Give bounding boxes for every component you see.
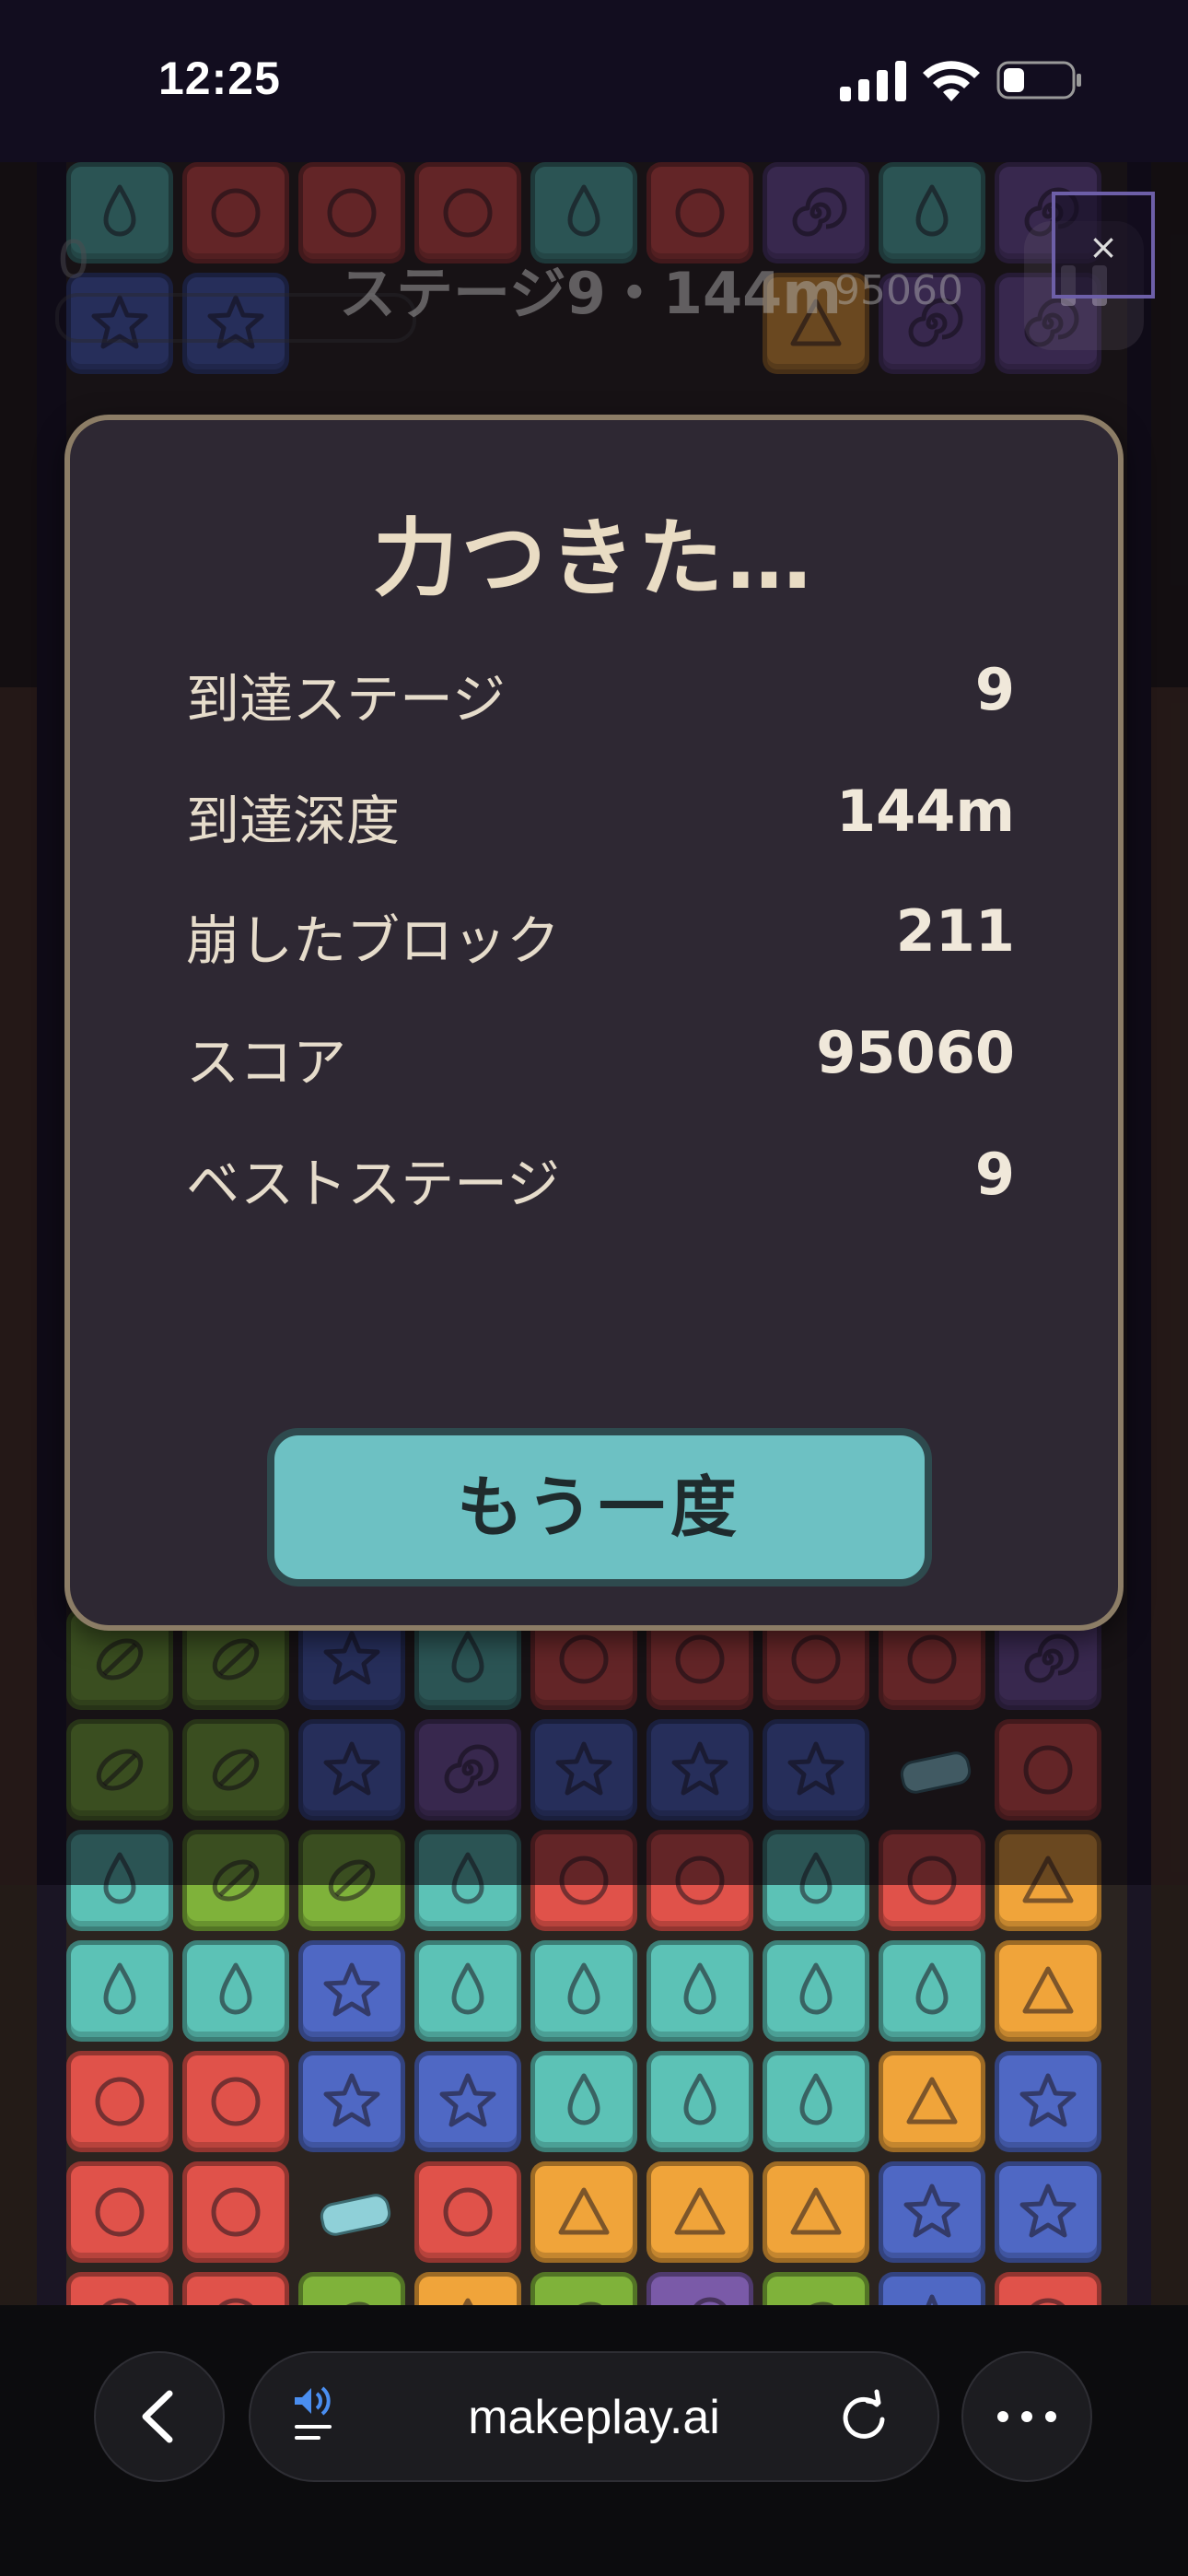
retry-button[interactable]: もう一度 — [267, 1428, 932, 1587]
block-tile-teal[interactable] — [763, 2051, 869, 2152]
stat-label: 到達ステージ — [186, 668, 506, 731]
block-tile-green[interactable] — [763, 2272, 869, 2305]
block-tile-blue[interactable] — [995, 2051, 1101, 2152]
block-tile-orange[interactable] — [763, 2161, 869, 2263]
block-tile-teal[interactable] — [646, 2051, 753, 2152]
more-dots-icon — [997, 2411, 1056, 2422]
hud-stage-depth: ステージ9・144m — [339, 260, 842, 327]
stat-row-score: スコア 95060 — [186, 1019, 1015, 1094]
wifi-icon — [923, 61, 980, 101]
block-tile-blue[interactable] — [298, 2051, 405, 2152]
game-over-dialog: 力つきた… 到達ステージ 9 到達深度 144m 崩したブロック 211 スコア… — [64, 415, 1124, 1631]
stat-row-best-stage: ベストステージ 9 — [186, 1141, 1015, 1215]
block-tile-teal[interactable] — [879, 1940, 985, 2042]
block-tile-blue[interactable] — [414, 2051, 521, 2152]
status-time: 12:25 — [158, 53, 281, 104]
block-tile-teal[interactable] — [530, 2051, 637, 2152]
block-tile-red[interactable] — [995, 2272, 1101, 2305]
battery-icon — [996, 61, 1081, 100]
block-tile-blue[interactable] — [298, 1940, 405, 2042]
stat-row-stage: 到達ステージ 9 — [186, 656, 1015, 731]
cellular-signal-icon — [840, 61, 906, 101]
block-tile-orange[interactable] — [530, 2161, 637, 2263]
block-tile-blue[interactable] — [995, 2161, 1101, 2263]
block-tile-orange[interactable] — [995, 1940, 1101, 2042]
back-chevron-icon — [142, 2390, 173, 2443]
block-tile-red[interactable] — [182, 2272, 289, 2305]
block-tile-red[interactable] — [66, 2051, 173, 2152]
block-tile-purple[interactable] — [646, 2272, 753, 2305]
block-tile-orange[interactable] — [414, 2272, 521, 2305]
block-tile-red[interactable] — [66, 2161, 173, 2263]
stat-value: 144m — [835, 778, 1015, 845]
block-tile-red[interactable] — [66, 2272, 173, 2305]
block-tile-red[interactable] — [414, 2161, 521, 2263]
stat-label: ベストステージ — [186, 1153, 561, 1215]
hud-best-score: 95060 — [834, 267, 963, 314]
stat-label: スコア — [186, 1031, 347, 1094]
block-tile-teal[interactable] — [414, 1940, 521, 2042]
address-bar[interactable]: makeplay.ai — [249, 2351, 939, 2482]
stat-label: 到達深度 — [186, 790, 401, 852]
reload-icon[interactable] — [834, 2388, 893, 2447]
block-tile-teal[interactable] — [530, 1940, 637, 2042]
stat-value: 95060 — [816, 1019, 1015, 1086]
stat-label: 崩したブロック — [186, 909, 561, 972]
block-tile-green[interactable] — [530, 2272, 637, 2305]
block-tile-red[interactable] — [182, 2051, 289, 2152]
block-tile-blue[interactable] — [879, 2272, 985, 2305]
stat-value: 9 — [974, 656, 1015, 723]
block-tile-teal[interactable] — [182, 1940, 289, 2042]
status-bar: 12:25 — [0, 0, 1188, 162]
stat-value: 9 — [974, 1141, 1015, 1208]
block-tile-blue[interactable] — [879, 2161, 985, 2263]
stat-row-depth: 到達深度 144m — [186, 778, 1015, 852]
close-button[interactable]: × — [1052, 192, 1155, 299]
block-tile-red[interactable] — [182, 2161, 289, 2263]
block-tile-orange[interactable] — [879, 2051, 985, 2152]
capsule-item — [318, 2191, 393, 2239]
block-tile-teal[interactable] — [66, 1940, 173, 2042]
dialog-title: 力つきた… — [372, 509, 815, 608]
browser-toolbar: makeplay.ai — [0, 2305, 1188, 2576]
stat-row-blocks: 崩したブロック 211 — [186, 897, 1015, 972]
block-tile-teal[interactable] — [646, 1940, 753, 2042]
block-tile-green[interactable] — [298, 2272, 405, 2305]
back-button[interactable] — [94, 2351, 225, 2482]
stat-value: 211 — [895, 897, 1015, 965]
block-tile-orange[interactable] — [646, 2161, 753, 2263]
block-tile-teal[interactable] — [763, 1940, 869, 2042]
more-button[interactable] — [961, 2351, 1092, 2482]
